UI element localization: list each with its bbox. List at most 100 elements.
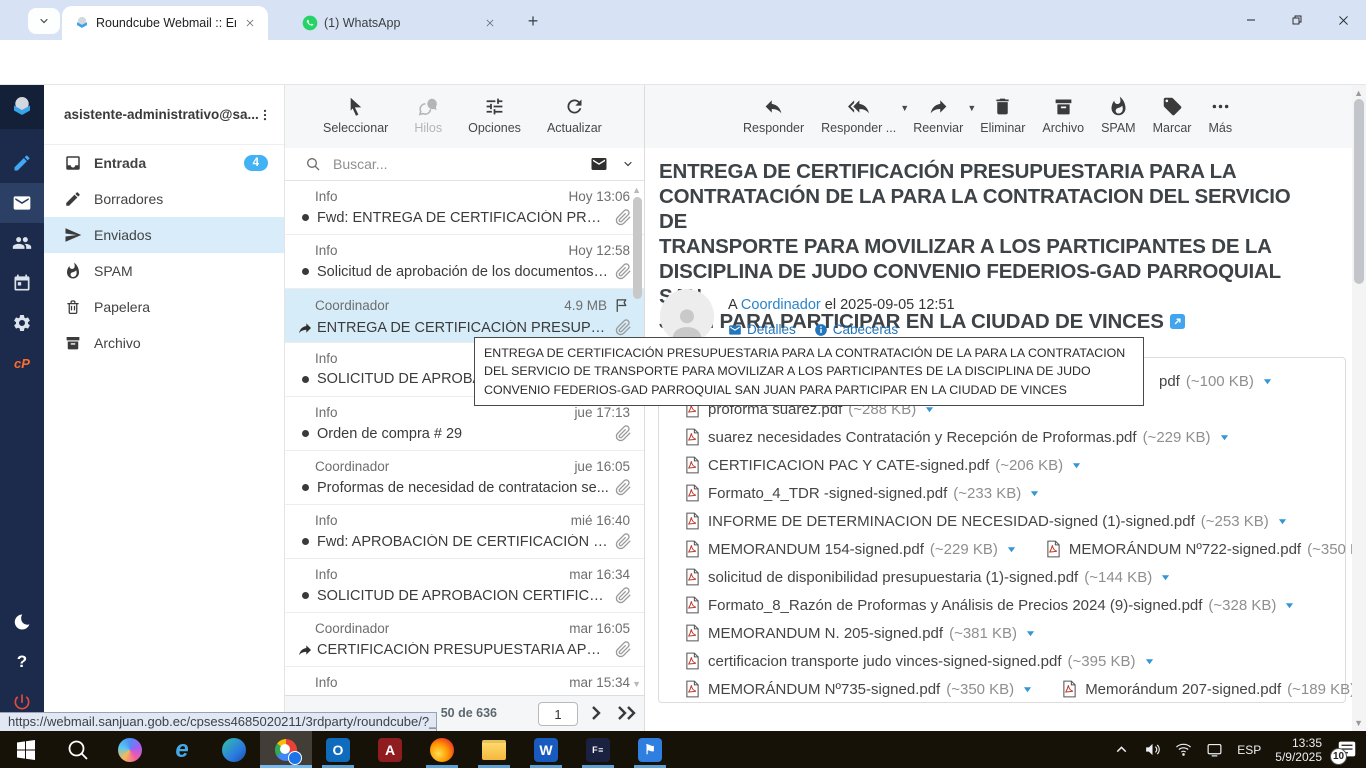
attachment-item[interactable]: suarez necesidades Contratación y Recepc…	[685, 428, 1229, 446]
attachment-name[interactable]: INFORME DE DETERMINACION DE NECESIDAD-si…	[708, 513, 1195, 530]
rail-compose-icon[interactable]	[0, 143, 44, 183]
attachment-name[interactable]: MEMORÁNDUM Nº735-signed.pdf	[708, 681, 940, 698]
sidebar-item-papelera[interactable]: Papelera	[44, 289, 284, 325]
volume-icon[interactable]	[1144, 741, 1161, 758]
attachment-item[interactable]: solicitud de disponibilidad presupuestar…	[685, 568, 1170, 586]
attachment-menu-caret-icon[interactable]	[1161, 573, 1170, 582]
connect-display-icon[interactable]	[1206, 741, 1223, 758]
attachment-menu-caret-icon[interactable]	[1285, 601, 1294, 610]
rail-dark-mode-icon[interactable]	[0, 607, 44, 637]
list-scrollbar-thumb[interactable]	[633, 197, 642, 299]
toolbar-actualizar[interactable]: Actualizar	[547, 85, 602, 135]
close-button[interactable]	[1320, 0, 1366, 40]
notification-center[interactable]: 10	[1336, 738, 1360, 762]
reader-toolbar-reply[interactable]: Responder	[743, 85, 804, 135]
tab-search-button[interactable]	[28, 8, 60, 34]
recipient-link[interactable]: Coordinador	[741, 297, 821, 313]
attachment-item[interactable]: CERTIFICACION PAC Y CATE-signed.pdf (~20…	[685, 456, 1081, 474]
search-input[interactable]	[333, 156, 590, 172]
rail-settings-icon[interactable]	[0, 303, 44, 343]
taskbar-chrome[interactable]	[260, 731, 312, 768]
search-options-chevron-icon[interactable]	[622, 158, 634, 170]
dropdown-caret-icon[interactable]: ▼	[967, 103, 976, 113]
reader-toolbar-more[interactable]: Más	[1208, 85, 1232, 135]
flag-icon[interactable]	[613, 297, 630, 314]
tab-whatsapp[interactable]: (1) WhatsApp	[290, 6, 508, 40]
restore-button[interactable]	[1274, 0, 1320, 40]
new-tab-button[interactable]: +	[522, 10, 544, 32]
rail-cpanel-logo[interactable]: cP	[0, 343, 44, 383]
taskbar-edge[interactable]	[208, 731, 260, 768]
taskbar-cortana[interactable]	[104, 731, 156, 768]
rail-calendar-icon[interactable]	[0, 263, 44, 303]
sidebar-item-entrada[interactable]: Entrada 4	[44, 145, 284, 181]
attachment-item[interactable]: INFORME DE DETERMINACION DE NECESIDAD-si…	[685, 512, 1287, 530]
attachment-item[interactable]: Formato_4_TDR -signed-signed.pdf (~233 K…	[685, 484, 1039, 502]
attachment-name[interactable]: pdf	[1159, 373, 1180, 390]
attachment-item[interactable]: Formato_8_Razón de Proformas y Análisis …	[685, 596, 1294, 614]
message-row[interactable]: Coordinador jue 16:05 Proformas de neces…	[285, 451, 644, 505]
scroll-up-icon[interactable]: ▲	[632, 185, 641, 195]
dropdown-caret-icon[interactable]: ▼	[900, 103, 909, 113]
reader-toolbar-spam[interactable]: SPAM	[1101, 85, 1136, 135]
attachment-menu-caret-icon[interactable]	[1007, 545, 1016, 554]
minimize-button[interactable]	[1228, 0, 1274, 40]
scroll-down-icon[interactable]: ▼	[632, 679, 641, 689]
attachment-menu-caret-icon[interactable]	[1026, 629, 1035, 638]
attachment-name[interactable]: suarez necesidades Contratación y Recepc…	[708, 429, 1137, 446]
attachment-menu-caret-icon[interactable]	[1278, 517, 1287, 526]
taskbar-flag-app[interactable]: ⚑	[624, 731, 676, 768]
rail-contacts-icon[interactable]	[0, 223, 44, 263]
attachment-item[interactable]: MEMORÁNDUM Nº722-signed.pdf (~350 KB)	[1046, 540, 1366, 558]
attachment-item[interactable]: MEMORANDUM 154-signed.pdf (~229 KB)	[685, 540, 1016, 558]
toolbar-opciones[interactable]: Opciones	[468, 85, 521, 135]
attachment-name[interactable]: certificacion transporte judo vinces-sig…	[708, 653, 1062, 670]
clock[interactable]: 13:35 5/9/2025	[1275, 736, 1322, 764]
reader-toolbar-archivebox[interactable]: Archivo	[1042, 85, 1084, 135]
taskbar-start[interactable]	[0, 731, 52, 768]
attachment-name[interactable]: MEMORANDUM 154-signed.pdf	[708, 541, 924, 558]
message-row[interactable]: Info mar 15:34	[285, 667, 644, 695]
message-row[interactable]: Coordinador 4.9 MB ENTREGA DE CERTIFICAC…	[285, 289, 644, 343]
message-row[interactable]: Info Hoy 12:58 Solicitud de aprobación d…	[285, 235, 644, 289]
wifi-icon[interactable]	[1175, 741, 1192, 758]
attachment-menu-caret-icon[interactable]	[1220, 433, 1229, 442]
attachment-name[interactable]: CERTIFICACION PAC Y CATE-signed.pdf	[708, 457, 989, 474]
tab-roundcube[interactable]: Roundcube Webmail :: Enviados	[62, 6, 268, 40]
attachment-name[interactable]: Memorándum 207-signed.pdf	[1085, 681, 1281, 698]
attachment-menu-caret-icon[interactable]	[1145, 657, 1154, 666]
taskbar-acrobat[interactable]: A	[364, 731, 416, 768]
attachment-item[interactable]: MEMORANDUM N. 205-signed.pdf (~381 KB)	[685, 624, 1035, 642]
sidebar-item-enviados[interactable]: Enviados	[44, 217, 284, 253]
taskbar-word[interactable]: W	[520, 731, 572, 768]
reader-toolbar-replyall[interactable]: Responder ... ▼	[821, 85, 896, 135]
message-row[interactable]: Info mar 16:34 SOLICITUD DE APROBACION C…	[285, 559, 644, 613]
attachment-menu-caret-icon[interactable]	[1023, 685, 1032, 694]
next-page-icon[interactable]	[588, 705, 604, 721]
sidebar-item-spam[interactable]: SPAM	[44, 253, 284, 289]
rail-help-icon[interactable]: ?	[0, 647, 44, 677]
reader-toolbar-tag[interactable]: Marcar	[1153, 85, 1192, 135]
message-row[interactable]: Coordinador mar 16:05 CERTIFICACIÓN PRES…	[285, 613, 644, 667]
attachment-menu-caret-icon[interactable]	[1030, 489, 1039, 498]
scroll-up-icon[interactable]: ▲	[1354, 88, 1363, 98]
rail-mail-icon[interactable]	[0, 183, 44, 223]
reader-toolbar-delete[interactable]: Eliminar	[980, 85, 1025, 135]
attachment-item[interactable]: certificacion transporte judo vinces-sig…	[685, 652, 1154, 670]
tab-close-icon[interactable]	[242, 15, 258, 31]
page-number-input[interactable]	[538, 702, 578, 726]
tray-chevron-up-icon[interactable]	[1113, 741, 1130, 758]
search-scope-mail-icon[interactable]	[590, 155, 608, 173]
attachment-name[interactable]: Formato_4_TDR -signed-signed.pdf	[708, 485, 947, 502]
taskbar-fes-app[interactable]: F≡	[572, 731, 624, 768]
taskbar-outlook[interactable]: O	[312, 731, 364, 768]
sidebar-item-archivo[interactable]: Archivo	[44, 325, 284, 361]
toolbar-hilos[interactable]: Hilos	[414, 85, 442, 135]
attachment-name[interactable]: Formato_8_Razón de Proformas y Análisis …	[708, 597, 1202, 614]
language-indicator[interactable]: ESP	[1237, 743, 1261, 757]
attachment-name[interactable]: MEMORANDUM N. 205-signed.pdf	[708, 625, 943, 642]
last-page-icon[interactable]	[615, 705, 639, 721]
taskbar-firefox[interactable]	[416, 731, 468, 768]
tab-close-icon[interactable]	[482, 15, 498, 31]
scroll-down-icon[interactable]: ▼	[1354, 718, 1363, 728]
